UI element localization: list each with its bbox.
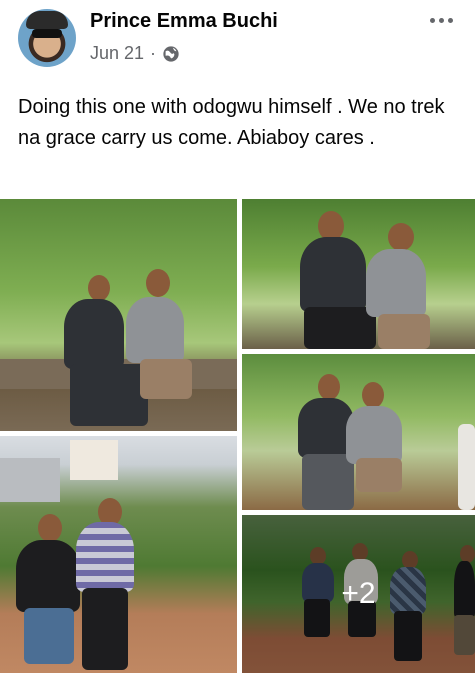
more-dot (447, 17, 453, 23)
photo-person (366, 249, 426, 317)
author-name[interactable]: Prince Emma Buchi (90, 10, 278, 33)
photo-4[interactable] (0, 436, 237, 673)
meta-separator: · (150, 43, 157, 63)
photo-person (76, 522, 134, 592)
photo-person-head (38, 514, 62, 542)
photo-person-head (318, 374, 340, 400)
photo-person (346, 406, 402, 464)
post-caption: Doing this one with odogwu himself . We … (18, 96, 445, 149)
avatar-cap (26, 11, 68, 29)
photo-person-legs (356, 458, 402, 492)
photo-person-legs (24, 608, 74, 664)
more-photos-count: +2 (341, 577, 376, 610)
photo-3[interactable] (242, 354, 475, 510)
photo-person-head (88, 275, 110, 301)
photo-person (16, 540, 80, 612)
photo-person-head (388, 223, 414, 251)
photo-person (458, 424, 475, 510)
photo-person-legs (378, 314, 430, 349)
photo-person-legs (140, 359, 192, 399)
photo-person (64, 299, 124, 369)
photo-person (300, 237, 366, 312)
photo-2[interactable] (242, 199, 475, 349)
more-photos-overlay[interactable]: +2 (242, 515, 475, 673)
photo-building (70, 440, 118, 480)
photo-person-legs (304, 307, 376, 349)
photo-building (0, 458, 60, 502)
photo-person-legs (302, 454, 354, 510)
more-dot (429, 17, 435, 23)
post-meta: Jun 21 · (90, 43, 180, 64)
photo-person-legs (82, 588, 128, 670)
photo-person-head (146, 269, 170, 297)
photo-1[interactable] (0, 199, 237, 431)
photo-person-legs (70, 364, 148, 426)
more-options-button[interactable] (423, 10, 459, 30)
globe-icon (163, 45, 179, 62)
photo-person (126, 297, 184, 363)
author-avatar[interactable] (18, 9, 76, 67)
post-date[interactable]: Jun 21 (90, 43, 144, 64)
more-dot (438, 17, 444, 23)
photo-person-head (362, 382, 384, 408)
post-header: Prince Emma Buchi Jun 21 · (0, 0, 475, 80)
avatar-glasses (32, 29, 62, 38)
